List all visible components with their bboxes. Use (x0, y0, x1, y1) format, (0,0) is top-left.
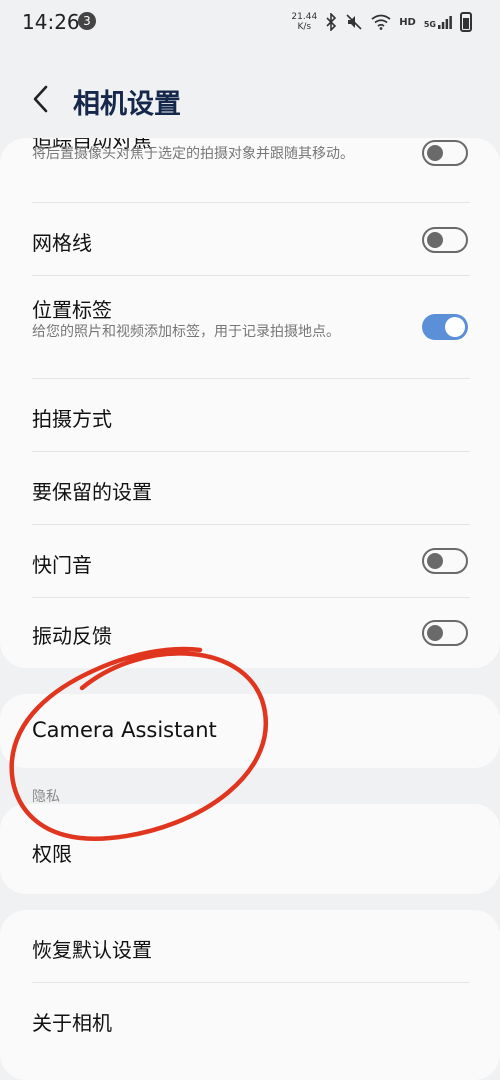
network-type: 5G (424, 15, 452, 29)
setting-reset-defaults[interactable]: 恢复默认设置 (0, 910, 500, 982)
toggle-knob (427, 145, 443, 161)
setting-shooting-methods[interactable]: 拍摄方式 (0, 379, 500, 451)
setting-settings-to-keep-title: 要保留的设置 (32, 480, 152, 504)
camera-assistant-title: Camera Assistant (32, 718, 217, 742)
setting-about-camera[interactable]: 关于相机 (0, 983, 500, 1055)
toggle-knob (427, 625, 443, 641)
page-title: 相机设置 (73, 89, 181, 120)
setting-shutter-sound-title: 快门音 (32, 553, 92, 577)
toggle-knob (427, 232, 443, 248)
setting-grid-lines-title: 网格线 (32, 231, 92, 255)
setting-location-tags[interactable]: 位置标签 给您的照片和视频添加标签，用于记录拍摄地点。 (0, 276, 500, 378)
status-time: 14:26 (22, 10, 80, 34)
battery-icon (460, 12, 472, 32)
wifi-icon (371, 14, 391, 30)
tracking-autofocus-toggle[interactable] (422, 140, 468, 166)
setting-location-tags-subtitle: 给您的照片和视频添加标签，用于记录拍摄地点。 (32, 324, 340, 340)
status-icons: 21.44 K/s HD 5G (291, 12, 472, 32)
shutter-sound-toggle[interactable] (422, 548, 468, 574)
hd-label: HD (399, 16, 416, 28)
setting-location-tags-title: 位置标签 (32, 298, 112, 322)
setting-shutter-sound[interactable]: 快门音 (0, 525, 500, 597)
bluetooth-icon (326, 13, 337, 31)
permissions-card[interactable]: 权限 (0, 804, 500, 894)
vibration-feedback-toggle[interactable] (422, 620, 468, 646)
setting-vibration-feedback-title: 振动反馈 (32, 624, 112, 648)
setting-vibration-feedback[interactable]: 振动反馈 (0, 598, 500, 668)
setting-grid-lines[interactable]: 网格线 (0, 203, 500, 275)
mute-icon (346, 14, 362, 30)
net-speed-unit: K/s (297, 22, 312, 32)
privacy-section-label: 隐私 (32, 789, 60, 805)
net-speed-value: 21.44 (291, 12, 318, 22)
grid-lines-toggle[interactable] (422, 227, 468, 253)
general-card: 恢复默认设置 关于相机 (0, 910, 500, 1080)
header: 相机设置 (0, 70, 500, 130)
location-tags-toggle[interactable] (422, 314, 468, 340)
status-bar: 14:26 3 21.44 K/s HD 5G (0, 0, 500, 44)
camera-assistant-card[interactable]: Camera Assistant (0, 694, 500, 768)
back-arrow-icon[interactable] (28, 82, 56, 116)
setting-shooting-methods-title: 拍摄方式 (32, 407, 112, 431)
about-camera-title: 关于相机 (32, 1011, 112, 1035)
setting-tracking-autofocus-subtitle: 将后置摄像头对焦于选定的拍摄对象并跟随其移动。 (32, 146, 354, 162)
toggle-knob (427, 553, 443, 569)
setting-tracking-autofocus[interactable]: 追踪自动对焦 将后置摄像头对焦于选定的拍摄对象并跟随其移动。 (0, 138, 500, 202)
settings-card-main: 追踪自动对焦 将后置摄像头对焦于选定的拍摄对象并跟随其移动。 网格线 位置标签 … (0, 138, 500, 668)
reset-defaults-title: 恢复默认设置 (32, 938, 152, 962)
setting-settings-to-keep[interactable]: 要保留的设置 (0, 452, 500, 524)
permissions-title: 权限 (32, 842, 72, 866)
toggle-knob (445, 317, 465, 337)
signal-icon (438, 16, 452, 29)
notification-count-badge: 3 (78, 12, 96, 30)
net-speed: 21.44 K/s (291, 12, 317, 32)
